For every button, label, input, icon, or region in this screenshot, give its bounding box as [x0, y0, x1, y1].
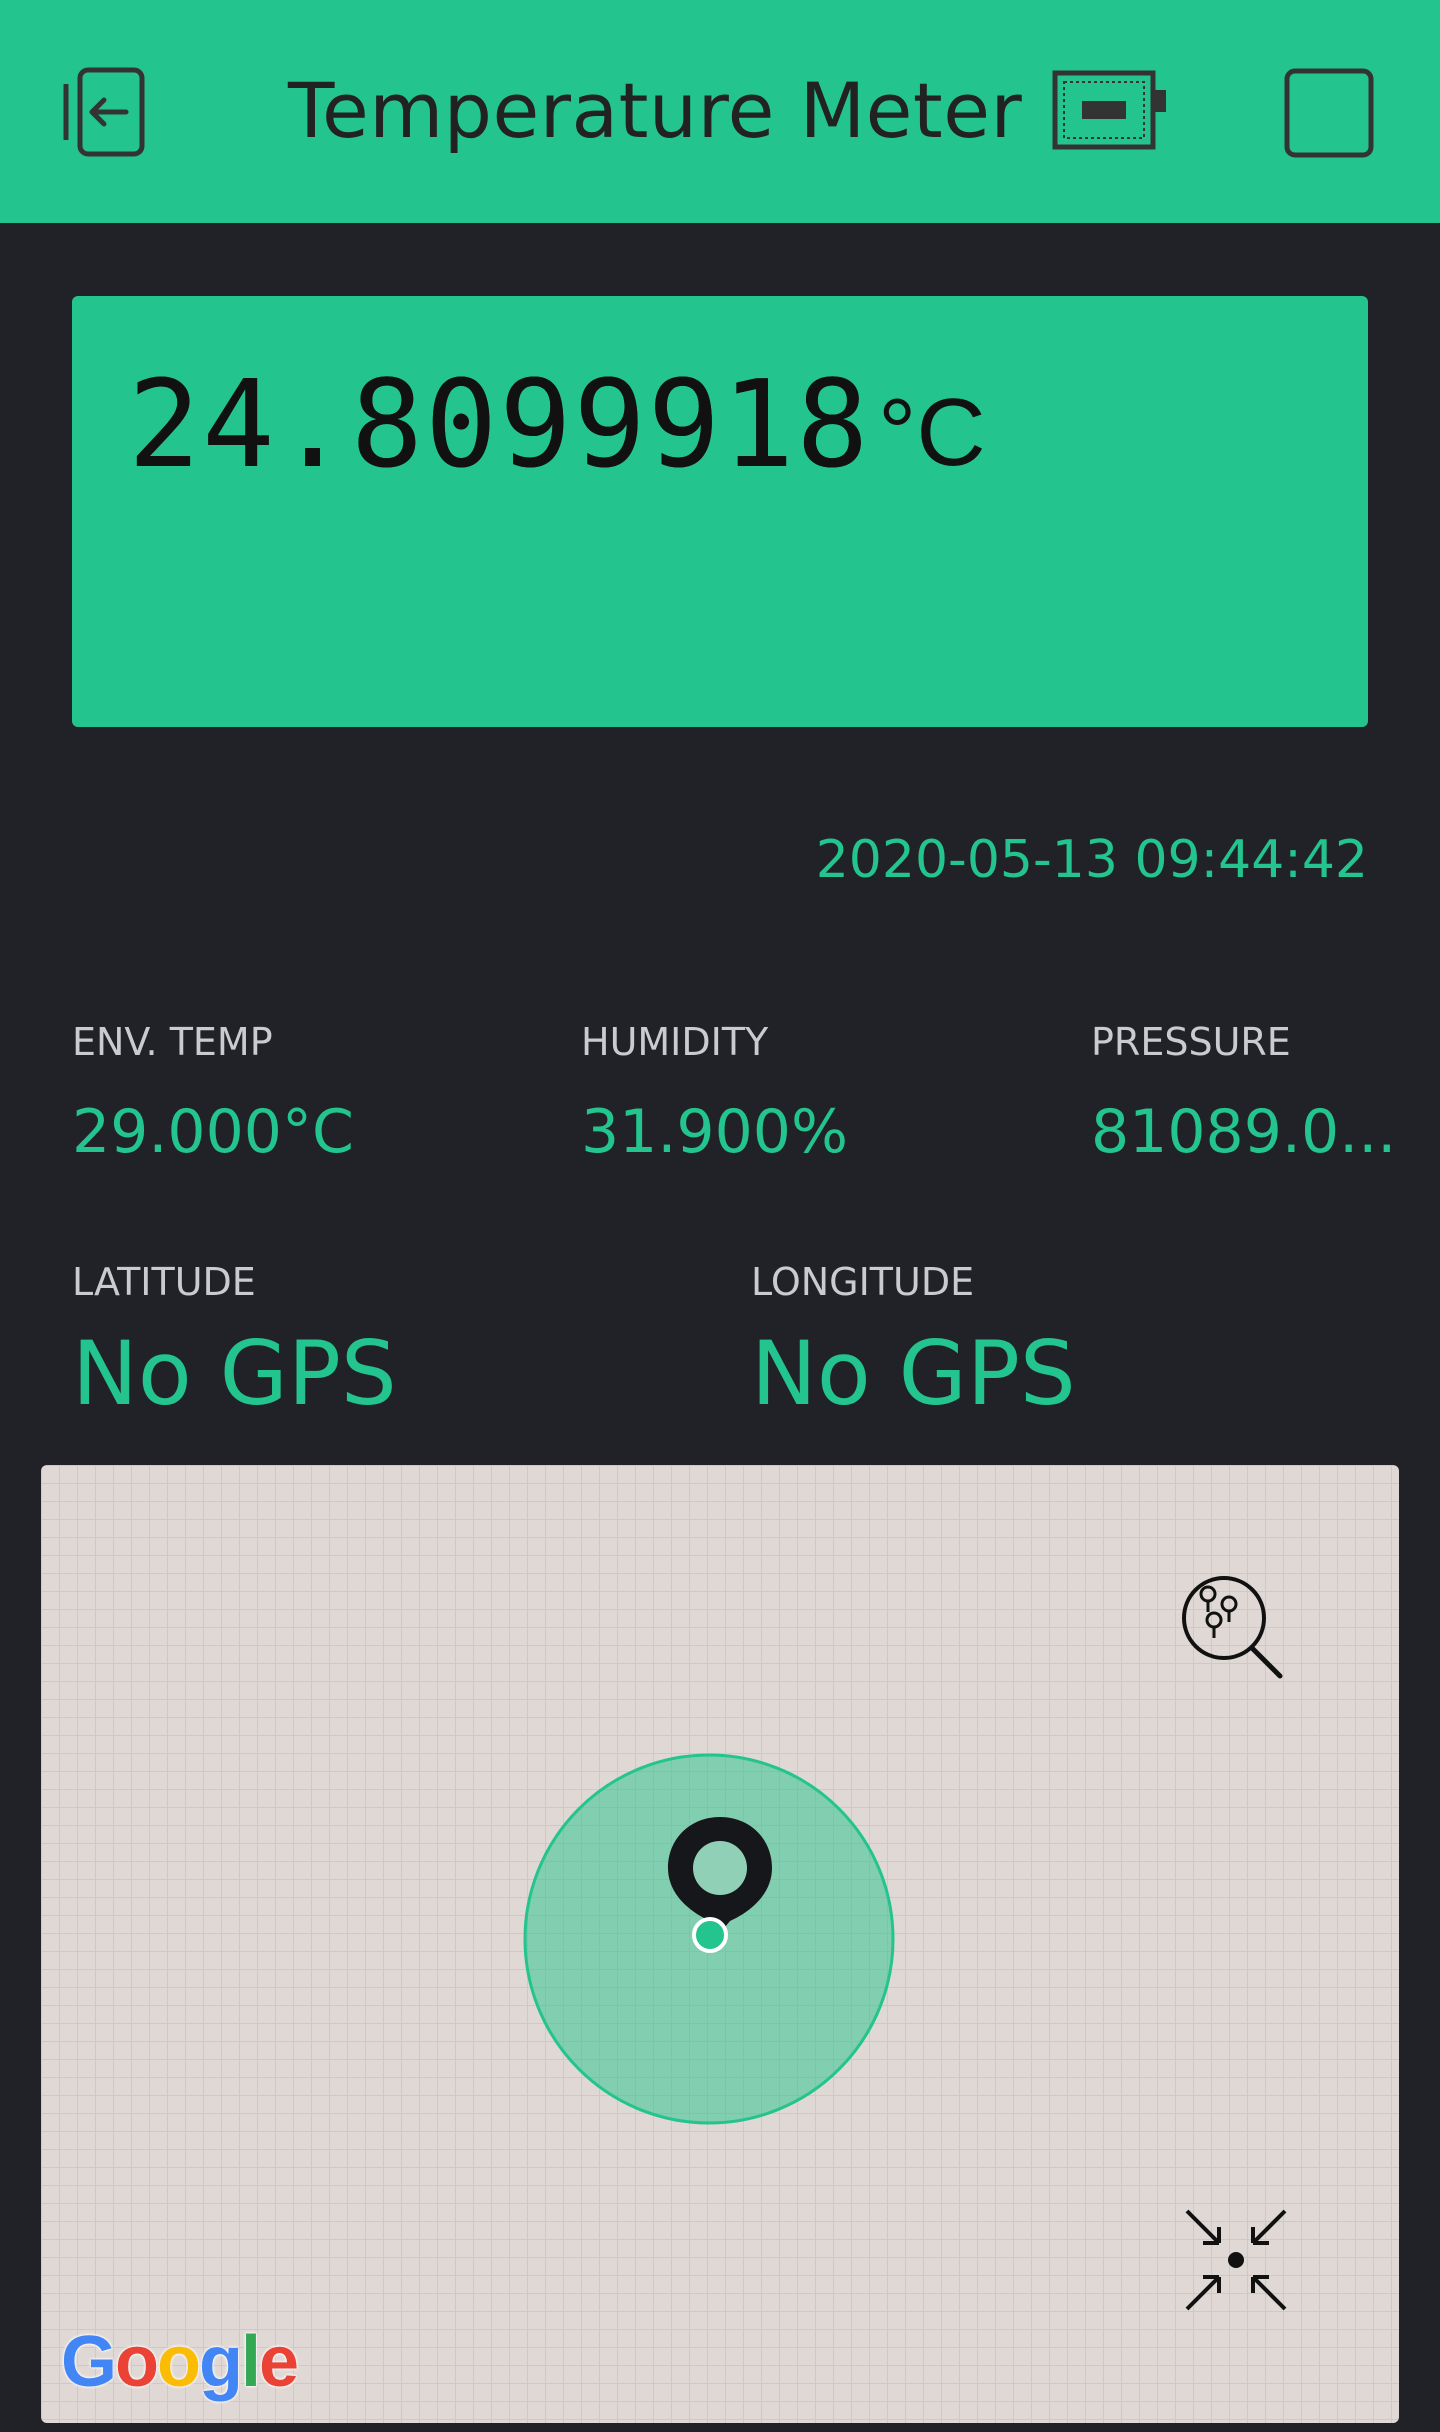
humidity-value[interactable]: 31.900% — [581, 1097, 848, 1167]
longitude-label: LONGITUDE — [751, 1260, 975, 1304]
google-logo-letter: o — [157, 2322, 201, 2402]
app-header: Temperature Meter — [0, 0, 1440, 223]
humidity-label: HUMIDITY — [581, 1020, 769, 1064]
find-markers-icon[interactable] — [1176, 1570, 1286, 1680]
collapse-icon[interactable] — [1181, 2205, 1291, 2315]
google-logo-letter: e — [258, 2322, 299, 2402]
location-pin-icon[interactable] — [660, 1813, 780, 1953]
google-logo-letter: l — [240, 2322, 261, 2402]
latitude-value[interactable]: No GPS — [72, 1322, 397, 1425]
back-icon[interactable] — [62, 66, 158, 158]
device-icon[interactable] — [1052, 68, 1170, 152]
longitude-value[interactable]: No GPS — [751, 1322, 1076, 1425]
pressure-value[interactable]: 81089.0... — [1091, 1097, 1396, 1167]
pressure-label: PRESSURE — [1091, 1020, 1291, 1064]
env-temp-value[interactable]: 29.000°C — [72, 1097, 354, 1167]
temperature-value: 24.8099918 — [128, 356, 871, 495]
env-temp-label: ENV. TEMP — [72, 1020, 273, 1064]
google-logo-letter: o — [115, 2322, 159, 2402]
latitude-label: LATITUDE — [72, 1260, 256, 1304]
last-update-timestamp: 2020-05-13 09:44:42 — [815, 830, 1368, 890]
google-logo-letter: g — [198, 2322, 243, 2402]
temperature-lcd-display[interactable]: 24.8099918 °C — [72, 296, 1368, 727]
google-logo-letter: G — [61, 2322, 117, 2402]
map-widget[interactable]: Google — [41, 1465, 1399, 2423]
temperature-unit: °C — [878, 379, 986, 486]
app-title: Temperature Meter — [288, 66, 1023, 155]
google-logo: Google — [61, 2321, 299, 2403]
square-icon[interactable] — [1284, 68, 1374, 158]
